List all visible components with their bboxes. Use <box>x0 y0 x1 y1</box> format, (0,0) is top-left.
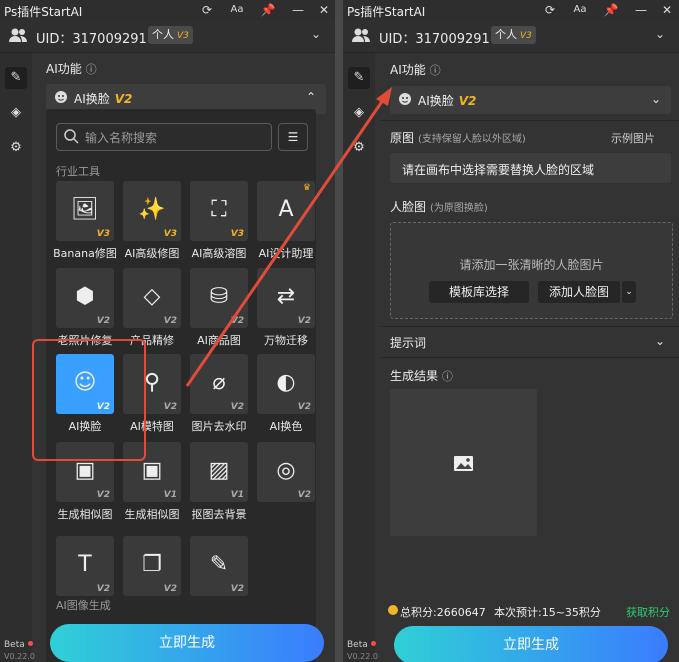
annotation-arrow <box>185 87 392 387</box>
